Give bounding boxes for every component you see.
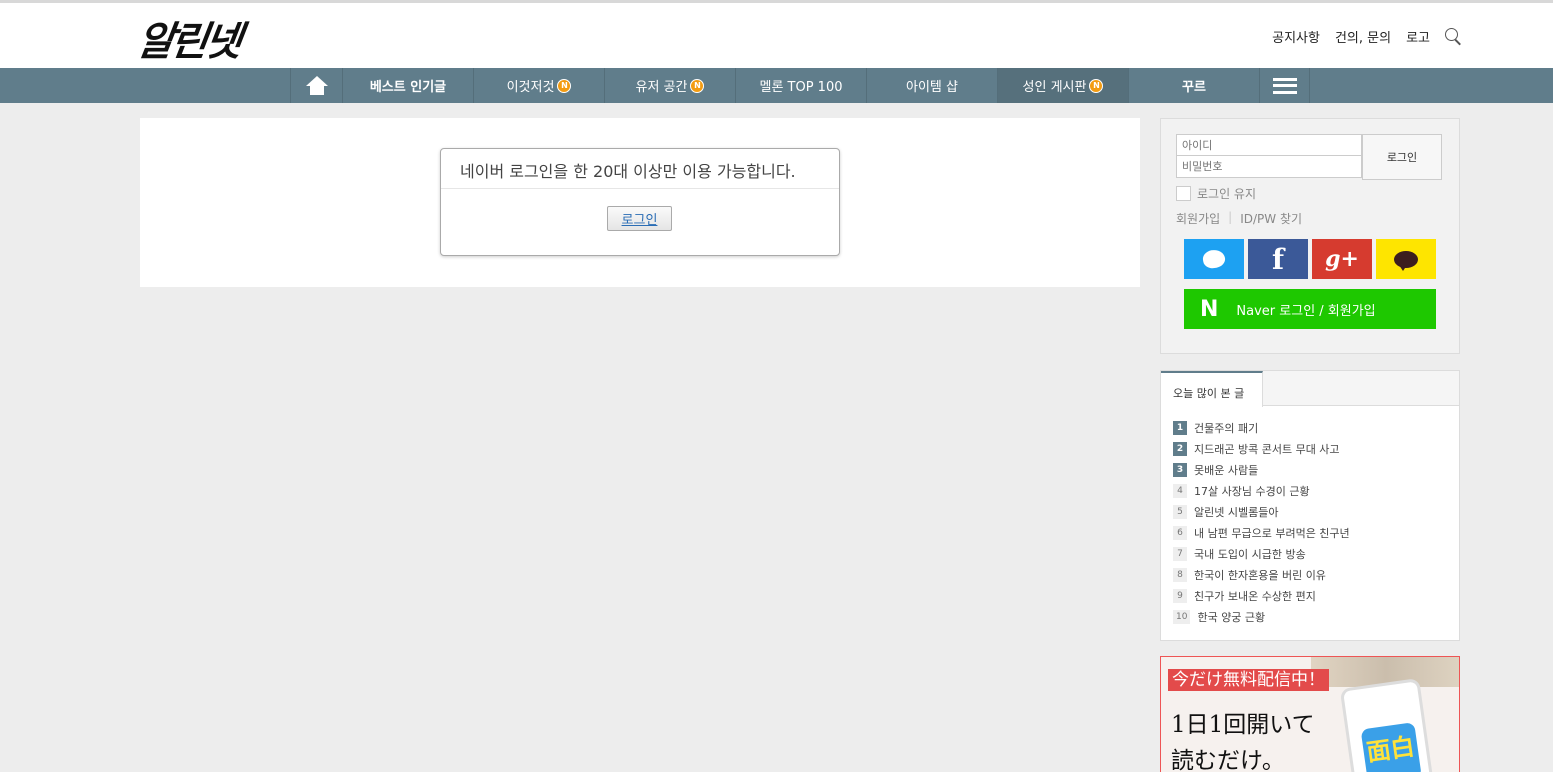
ad-headline-1: 1日1回開いて: [1171, 712, 1315, 738]
naver-login-button[interactable]: N Naver 로그인 / 회원가입: [1184, 289, 1436, 329]
notice-link[interactable]: 공지사항: [1272, 27, 1320, 46]
tab-today-popular[interactable]: 오늘 많이 본 글: [1161, 371, 1263, 407]
find-account-link[interactable]: ID/PW 찾기: [1240, 210, 1302, 227]
home-icon: [305, 75, 328, 96]
app-icon: 面白: [1360, 722, 1422, 772]
facebook-icon: f: [1271, 242, 1285, 276]
google-plus-icon: g+: [1325, 246, 1359, 272]
main-content: 네이버 로그인을 한 20대 이상만 이용 가능합니다. 로그인: [140, 118, 1140, 287]
hamburger-menu-icon: [1272, 77, 1297, 94]
site-header: 알린넷 공지사항 건의, 문의 로고: [0, 3, 1553, 68]
login-button[interactable]: 로그인: [1362, 134, 1442, 180]
rank-badge: 8: [1173, 567, 1187, 582]
google-login-button[interactable]: g+: [1312, 239, 1372, 279]
nav-label: 꾸르: [1182, 80, 1206, 95]
dialog-login-button[interactable]: 로그인: [607, 206, 672, 231]
rank-badge: 4: [1173, 483, 1187, 498]
post-title: 17살 사장님 수경이 근황: [1194, 484, 1310, 498]
nav-best[interactable]: 베스트 인기글: [342, 68, 473, 103]
list-item[interactable]: 6 내 남편 무급으로 부려먹은 친구년: [1173, 522, 1350, 543]
post-title: 한국 양궁 근황: [1197, 610, 1266, 624]
post-title: 지드래곤 방콕 콘서트 무대 사고: [1194, 442, 1340, 456]
ad-headline-2: 読むだけ。: [1171, 748, 1285, 772]
rank-badge: 2: [1173, 441, 1187, 456]
rank-badge: 1: [1173, 420, 1187, 435]
new-badge-icon: N: [1089, 78, 1104, 93]
twitter-icon: [1201, 248, 1227, 270]
naver-icon: N: [1200, 296, 1219, 322]
id-input[interactable]: [1176, 134, 1362, 156]
dialog-message: 네이버 로그인을 한 20대 이상만 이용 가능합니다.: [441, 149, 839, 189]
nav-label: 멜론 TOP 100: [759, 80, 843, 95]
new-badge-icon: N: [557, 78, 572, 93]
ad-banner[interactable]: 今だけ無料配信中！ 1日1回開いて 読むだけ。 面白: [1160, 656, 1460, 772]
facebook-login-button[interactable]: f: [1248, 239, 1308, 279]
popular-posts-panel: 오늘 많이 본 글 1 건물주의 패기 2 지드래곤 방콕 콘서트 무대 사고 3못…: [1160, 370, 1460, 641]
keep-login-label: 로그인 유지: [1197, 187, 1257, 201]
social-login: f g+: [1184, 239, 1436, 279]
nav-home[interactable]: [290, 68, 342, 103]
list-item[interactable]: 4 17살 사장님 수경이 근황: [1173, 480, 1350, 501]
login-required-dialog: 네이버 로그인을 한 20대 이상만 이용 가능합니다. 로그인: [440, 148, 840, 256]
ad-phone-image: 面白: [1339, 677, 1435, 772]
rank-badge: 10: [1173, 609, 1191, 624]
site-logo[interactable]: 알린넷: [134, 9, 244, 67]
post-title: 친구가 보내온 수상한 편지: [1194, 589, 1316, 603]
kakao-login-button[interactable]: [1376, 239, 1436, 279]
new-badge-icon: N: [690, 78, 705, 93]
list-item[interactable]: 8 한국이 한자혼용을 버린 이유: [1173, 564, 1350, 585]
post-title: 국내 도입이 시급한 방송: [1194, 547, 1306, 561]
nav-item-shop[interactable]: 아이템 샵: [866, 68, 997, 103]
rank-badge: 5: [1173, 504, 1187, 519]
list-item[interactable]: 9 친구가 보내온 수상한 편지: [1173, 585, 1350, 606]
post-title: 못배운 사람들: [1194, 463, 1259, 477]
list-item[interactable]: 10 한국 양궁 근황: [1173, 606, 1350, 627]
logo-link[interactable]: 로고: [1406, 27, 1430, 46]
search-icon[interactable]: [1445, 27, 1463, 46]
top-links: 공지사항 건의, 문의 로고: [1272, 27, 1463, 46]
list-item[interactable]: 2 지드래곤 방콕 콘서트 무대 사고: [1173, 438, 1350, 459]
nav-label: 성인 게시판: [1022, 80, 1087, 95]
nav-user-space[interactable]: 유저 공간 N: [604, 68, 735, 103]
nav-misc[interactable]: 이것저것 N: [473, 68, 604, 103]
main-nav: 베스트 인기글 이것저것 N 유저 공간 N 멜론 TOP 100 아이템 샵 …: [0, 68, 1553, 103]
nav-label: 유저 공간: [635, 80, 688, 95]
post-title: 건물주의 패기: [1194, 421, 1259, 435]
nav-melon-top100[interactable]: 멜론 TOP 100: [735, 68, 866, 103]
ad-tag: 今だけ無料配信中！: [1168, 669, 1329, 691]
list-item[interactable]: 7 국내 도입이 시급한 방송: [1173, 543, 1350, 564]
nav-adult-board[interactable]: 성인 게시판 N: [997, 68, 1128, 103]
list-item[interactable]: 1 건물주의 패기: [1173, 417, 1350, 438]
nav-label: 베스트 인기글: [369, 80, 447, 95]
nav-label: 이것저것: [506, 80, 555, 95]
twitter-login-button[interactable]: [1184, 239, 1244, 279]
rank-badge: 6: [1173, 525, 1187, 540]
post-title: 한국이 한자혼용을 버린 이유: [1194, 568, 1326, 582]
rank-badge: 9: [1173, 588, 1187, 603]
inquiry-link[interactable]: 건의, 문의: [1335, 27, 1391, 46]
post-title: 알린넷 시벨롬들아: [1194, 505, 1279, 519]
popular-tabbar: 오늘 많이 본 글: [1161, 371, 1459, 407]
nav-label: 아이템 샵: [906, 80, 958, 95]
list-item[interactable]: 5 알린넷 시벨롬들아: [1173, 501, 1350, 522]
login-fields: [1176, 134, 1362, 178]
rank-badge: 7: [1173, 546, 1187, 561]
rank-badge: 3: [1173, 462, 1187, 477]
login-panel: 로그인 로그인 유지 회원가입 | ID/PW 찾기 f g+ N Naver …: [1160, 118, 1460, 354]
account-links: 회원가입 | ID/PW 찾기: [1176, 210, 1302, 227]
join-link[interactable]: 회원가입: [1176, 210, 1220, 227]
post-title: 내 남편 무급으로 부려먹은 친구년: [1194, 526, 1350, 540]
keep-login[interactable]: 로그인 유지: [1176, 185, 1256, 202]
keep-login-checkbox[interactable]: [1176, 186, 1191, 201]
kakao-talk-icon: [1394, 250, 1418, 271]
nav-menu[interactable]: [1259, 68, 1310, 103]
password-input[interactable]: [1176, 156, 1362, 178]
naver-login-label: Naver 로그인 / 회원가입: [1236, 303, 1376, 319]
list-item[interactable]: 3 못배운 사람들: [1173, 459, 1350, 480]
nav-kkuru[interactable]: 꾸르: [1128, 68, 1259, 103]
popular-list: 1 건물주의 패기 2 지드래곤 방콕 콘서트 무대 사고 3 못배운 사람들 4 17…: [1173, 417, 1350, 627]
divider: |: [1228, 210, 1233, 224]
